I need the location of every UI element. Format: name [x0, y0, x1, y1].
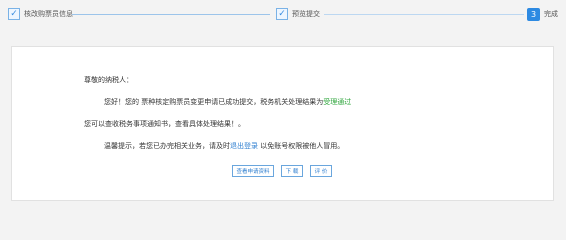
notice-line: 您可以查收税务事项通知书，查看具体处理结果！。: [84, 120, 245, 128]
view-application-button[interactable]: 查看申请资料: [232, 165, 274, 177]
tip-line: 温馨提示，若您已办完相关业务，请及时退出登录 以免账号权限被他人冒用。: [104, 141, 344, 151]
check-icon: ✓: [8, 8, 20, 20]
step-2-label: 预览提交: [292, 10, 320, 18]
status-accepted: 受理通过: [323, 98, 352, 106]
step-2: ✓ 预览提交: [276, 6, 320, 22]
step-number-badge: 3: [527, 7, 540, 21]
result-line: 您好！您的 票种核定购票员变更申请已成功提交，税务机关处理结果为受理通过: [104, 97, 351, 107]
greeting: 尊敬的纳税人：: [84, 76, 133, 84]
step-3: 3 完成: [527, 6, 558, 22]
download-button[interactable]: 下 载: [281, 165, 303, 177]
step-connector-1: [72, 14, 270, 15]
step-3-label: 完成: [544, 10, 558, 18]
evaluate-button[interactable]: 评 价: [310, 165, 332, 177]
progress-steps: ✓ 核改购票员信息 ✓ 预览提交 3 完成: [0, 0, 566, 30]
step-connector-2: [324, 14, 524, 15]
logout-link[interactable]: 退出登录: [230, 142, 258, 150]
step-1-label: 核改购票员信息: [24, 10, 73, 18]
step-1: ✓ 核改购票员信息: [8, 6, 73, 22]
tip-suffix: 以免账号权限被他人冒用。: [260, 142, 345, 150]
result-text: 您好！您的 票种核定购票员变更申请已成功提交，税务机关处理结果为: [104, 98, 324, 106]
check-icon: ✓: [276, 8, 288, 20]
tip-text: 温馨提示，若您已办完相关业务，请及时: [104, 142, 230, 150]
